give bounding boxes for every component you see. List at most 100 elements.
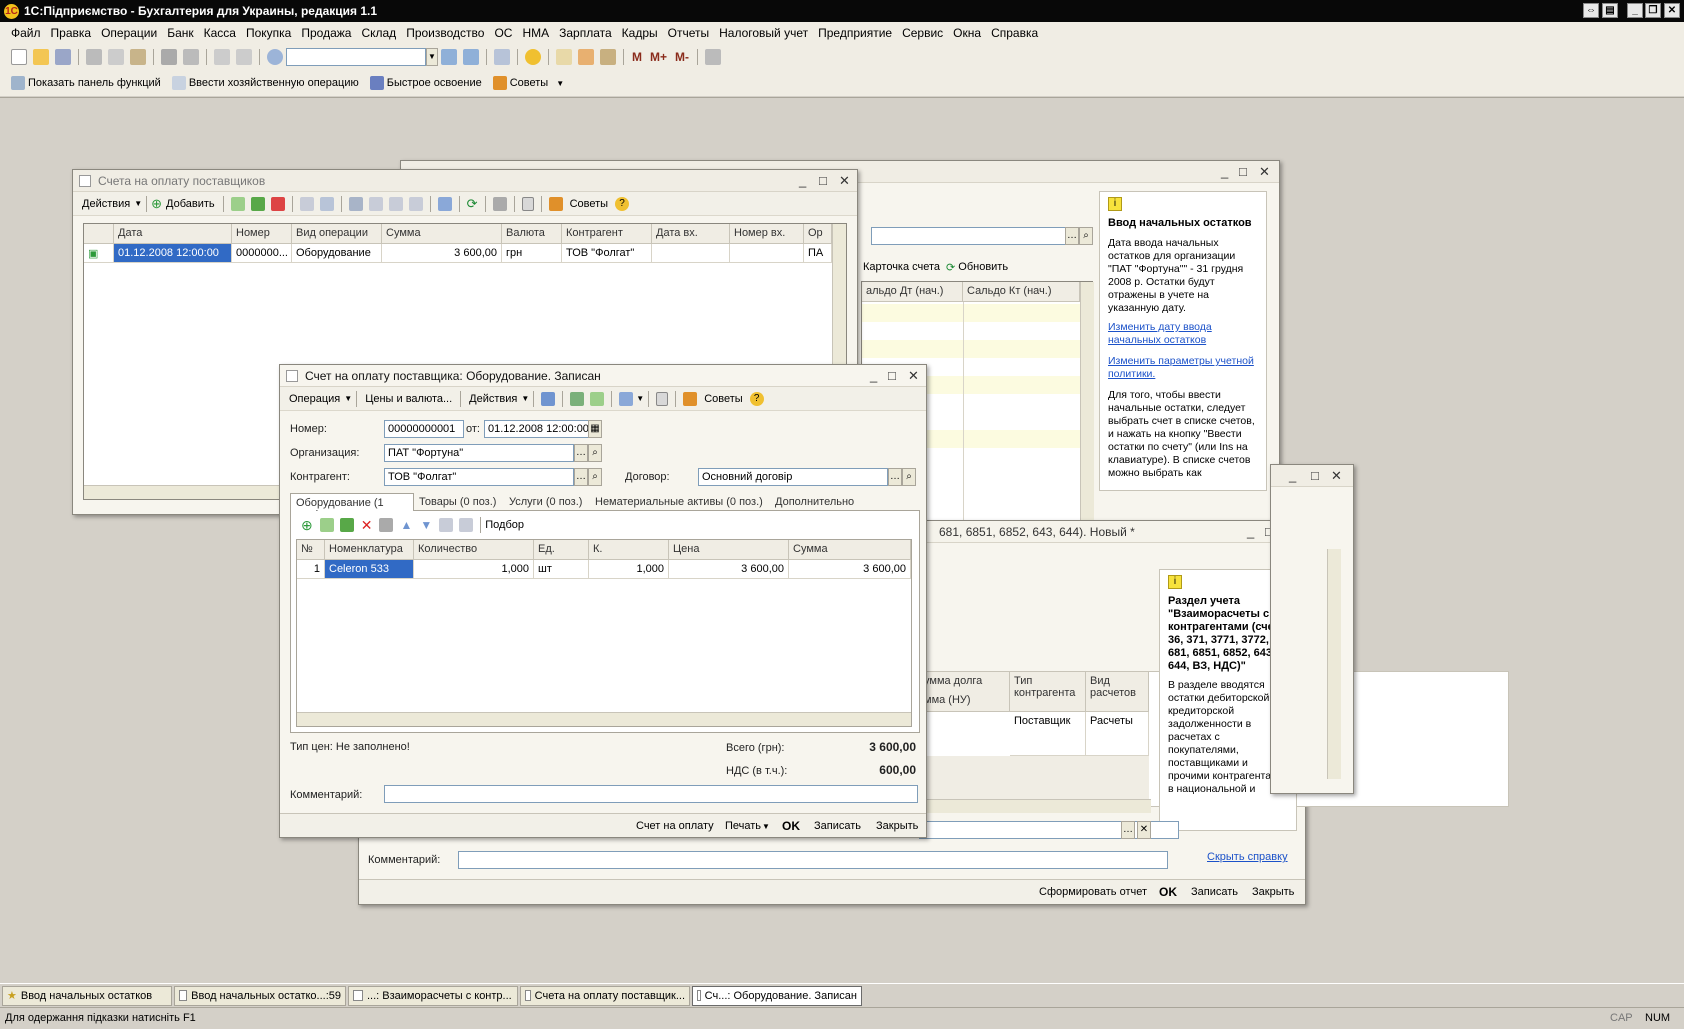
open-icon[interactable]: ⌕	[588, 444, 602, 462]
maximize-icon[interactable]: □	[888, 368, 896, 383]
change-policy-link[interactable]: Изменить параметры учетной политики.	[1108, 355, 1258, 381]
col-contractor[interactable]: Контрагент	[562, 224, 652, 244]
sort-desc-icon[interactable]	[459, 518, 474, 532]
menu-enterprise[interactable]: Предприятие	[818, 26, 892, 40]
cell-sum[interactable]: 3 600,00	[789, 560, 911, 579]
move-down-icon[interactable]: ▼	[420, 518, 432, 532]
tips-dropdown-icon[interactable]: ▼	[556, 79, 564, 88]
select-button[interactable]: …	[888, 468, 902, 486]
minimize-button[interactable]: _	[1627, 3, 1643, 18]
hide-help-link[interactable]: Скрыть справку	[1207, 851, 1288, 863]
help-icon[interactable]: ?	[749, 391, 764, 406]
search-icon[interactable]	[267, 49, 283, 65]
cell-operation[interactable]: Оборудование	[292, 244, 382, 263]
col-number[interactable]: Номер	[232, 224, 292, 244]
menu-operations[interactable]: Операции	[101, 26, 157, 40]
comment-input[interactable]	[384, 785, 918, 803]
tab-intangibles[interactable]: Нематериальные активы (0 поз.)	[590, 493, 770, 511]
task-invoice-document[interactable]: Сч...: Оборудование. Записан	[692, 985, 862, 1006]
cell-incoming-date[interactable]	[652, 244, 730, 263]
refresh-icon[interactable]: ⟳	[467, 196, 478, 212]
menu-reports[interactable]: Отчеты	[668, 26, 709, 40]
col-quantity[interactable]: Количество	[414, 540, 534, 560]
menu-windows[interactable]: Окна	[953, 26, 981, 40]
ok-button[interactable]: OK	[782, 819, 800, 833]
copy-row-icon[interactable]	[319, 518, 334, 532]
change-date-link[interactable]: Изменить дату ввода начальных остатков	[1108, 321, 1258, 347]
items-grid[interactable]: № Номенклатура Количество Ед. К. Цена Су…	[296, 539, 912, 727]
horizontal-scrollbar[interactable]	[919, 799, 1151, 813]
task-initial-balances[interactable]: ★ Ввод начальных остатков	[2, 985, 172, 1006]
tools-icon[interactable]	[705, 49, 722, 65]
delete-row-icon[interactable]: ✕	[361, 517, 373, 534]
preview-icon[interactable]	[183, 49, 199, 65]
calendar-icon[interactable]: ▦	[588, 420, 602, 438]
add-row-icon[interactable]: ⊕	[301, 517, 313, 534]
menu-nma[interactable]: НМА	[522, 26, 549, 40]
cell-quantity[interactable]: 1,000	[414, 560, 534, 579]
number-input[interactable]: 00000000001	[384, 420, 464, 438]
col-saldo-dt[interactable]: альдо Дт (нач.)	[862, 282, 963, 302]
filter-icon[interactable]	[348, 196, 363, 211]
table-row[interactable]	[862, 340, 1080, 358]
copy-icon[interactable]	[590, 391, 605, 406]
menu-bank[interactable]: Банк	[167, 26, 193, 40]
save-button[interactable]: Записать	[814, 820, 861, 832]
search-dropdown-icon[interactable]: ▼	[426, 48, 438, 66]
select-button[interactable]: …	[1065, 227, 1079, 245]
account-card-button[interactable]: Карточка счета	[863, 261, 940, 273]
print-icon[interactable]	[492, 196, 507, 211]
cell-price[interactable]: 3 600,00	[669, 560, 789, 579]
open-icon[interactable]: ⌕	[902, 468, 916, 486]
tips-button[interactable]: Советы	[570, 198, 608, 210]
print-dropdown-icon[interactable]: ▼	[762, 822, 770, 831]
cell-nomenclature[interactable]: Celeron 533	[325, 560, 414, 579]
add-button[interactable]: Добавить	[166, 198, 215, 210]
menu-cash[interactable]: Касса	[204, 26, 236, 40]
paste-icon[interactable]	[130, 49, 146, 65]
date-input[interactable]: 01.12.2008 12:00:00	[484, 420, 590, 438]
operation-menu[interactable]: Операция	[289, 393, 340, 405]
document-icon[interactable]	[521, 196, 534, 211]
people-icon[interactable]	[600, 49, 616, 65]
col-nomenclature[interactable]: Номенклатура	[325, 540, 414, 560]
invoice-button[interactable]: Счет на оплату	[636, 820, 714, 832]
navigate-icon[interactable]	[437, 196, 452, 211]
filter-off-icon[interactable]	[408, 196, 423, 211]
save-button[interactable]: Записать	[1191, 886, 1238, 898]
movements-icon[interactable]	[570, 391, 585, 406]
contractor-input[interactable]: ТОВ "Фолгат"	[384, 468, 574, 486]
cell-currency[interactable]: грн	[502, 244, 562, 263]
comment-input[interactable]	[458, 851, 1168, 869]
task-initial-balances-2[interactable]: Ввод начальных остатко...:59	[174, 985, 346, 1006]
task-mutual-settlements[interactable]: ...: Взаиморасчеты с контр...	[348, 985, 518, 1006]
print-button[interactable]: Печать	[725, 820, 761, 832]
prices-currency-button[interactable]: Цены и валюта...	[365, 393, 452, 405]
tab-services[interactable]: Услуги (0 поз.)	[504, 493, 590, 511]
edit-row-icon[interactable]	[339, 518, 354, 532]
menu-file[interactable]: Файл	[11, 26, 41, 40]
col-org[interactable]: Ор	[804, 224, 832, 244]
windows-icon[interactable]	[494, 49, 510, 65]
cell-sum[interactable]: 3 600,00	[382, 244, 502, 263]
undo-icon[interactable]	[214, 49, 230, 65]
sort-asc-icon[interactable]	[439, 518, 454, 532]
col-operation[interactable]: Вид операции	[292, 224, 382, 244]
col-sum[interactable]: Сумма	[382, 224, 502, 244]
document-icon[interactable]	[656, 391, 669, 406]
copy-icon[interactable]	[108, 49, 124, 65]
tips-button[interactable]: Советы	[510, 77, 548, 89]
close-button[interactable]: Закрыть	[876, 820, 918, 832]
enter-operation-button[interactable]: Ввести хозяйственную операцию	[189, 77, 359, 89]
open-icon[interactable]	[33, 49, 49, 65]
create-report-button[interactable]: Сформировать отчет	[1039, 886, 1147, 898]
save-icon[interactable]	[55, 49, 71, 65]
organization-input[interactable]: ПАТ "Фортуна"	[384, 444, 574, 462]
cell-calc-type[interactable]: Расчеты	[1086, 712, 1149, 756]
ok-button[interactable]: OK	[1159, 885, 1177, 899]
pick-button[interactable]: Подбор	[485, 519, 524, 531]
menu-salary[interactable]: Зарплата	[559, 26, 612, 40]
cell-contractor-type[interactable]: Поставщик	[1010, 712, 1086, 756]
window-list-icon[interactable]: ▤	[1602, 3, 1618, 18]
close-icon[interactable]: ✕	[1331, 468, 1342, 484]
